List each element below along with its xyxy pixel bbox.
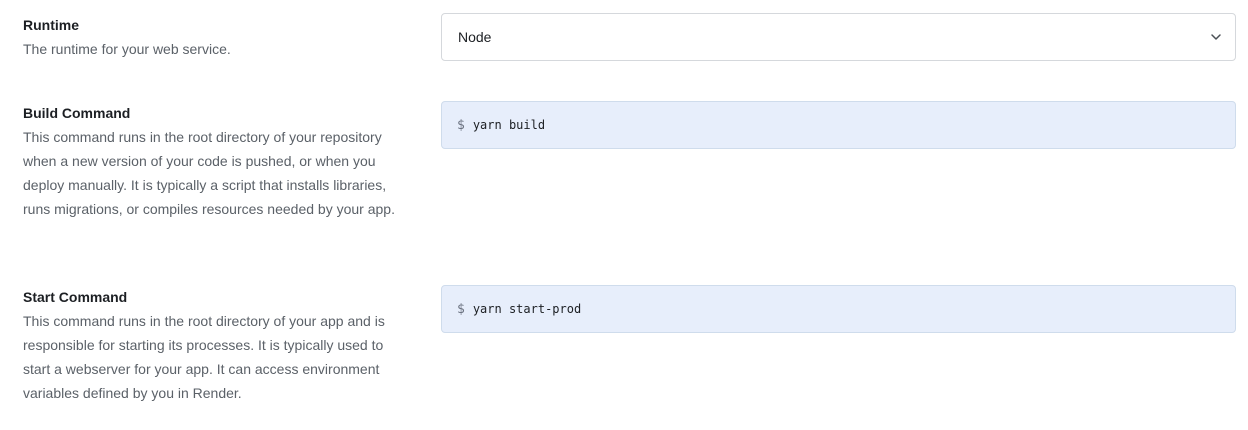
build-command-prompt: $ [457, 117, 465, 133]
start-command-field[interactable]: $ [441, 285, 1236, 333]
chevron-down-icon [1211, 34, 1221, 40]
build-command-input[interactable] [472, 102, 1235, 148]
start-command-title: Start Command [23, 289, 128, 305]
runtime-select[interactable]: Node [441, 13, 1236, 61]
runtime-label-group: Runtime The runtime for your web service… [23, 15, 413, 61]
start-command-input[interactable] [472, 286, 1235, 332]
runtime-selected-value: Node [458, 29, 492, 45]
build-command-field[interactable]: $ [441, 101, 1236, 149]
build-command-label-group: Build Command This command runs in the r… [23, 103, 407, 221]
start-command-label-group: Start Command This command runs in the r… [23, 287, 403, 405]
build-command-description: This command runs in the root directory … [23, 129, 395, 217]
build-command-title: Build Command [23, 105, 131, 121]
runtime-description: The runtime for your web service. [23, 41, 231, 57]
service-settings-form: Runtime The runtime for your web service… [0, 0, 1248, 430]
start-command-description: This command runs in the root directory … [23, 313, 385, 401]
start-command-prompt: $ [457, 301, 465, 317]
runtime-title: Runtime [23, 17, 79, 33]
